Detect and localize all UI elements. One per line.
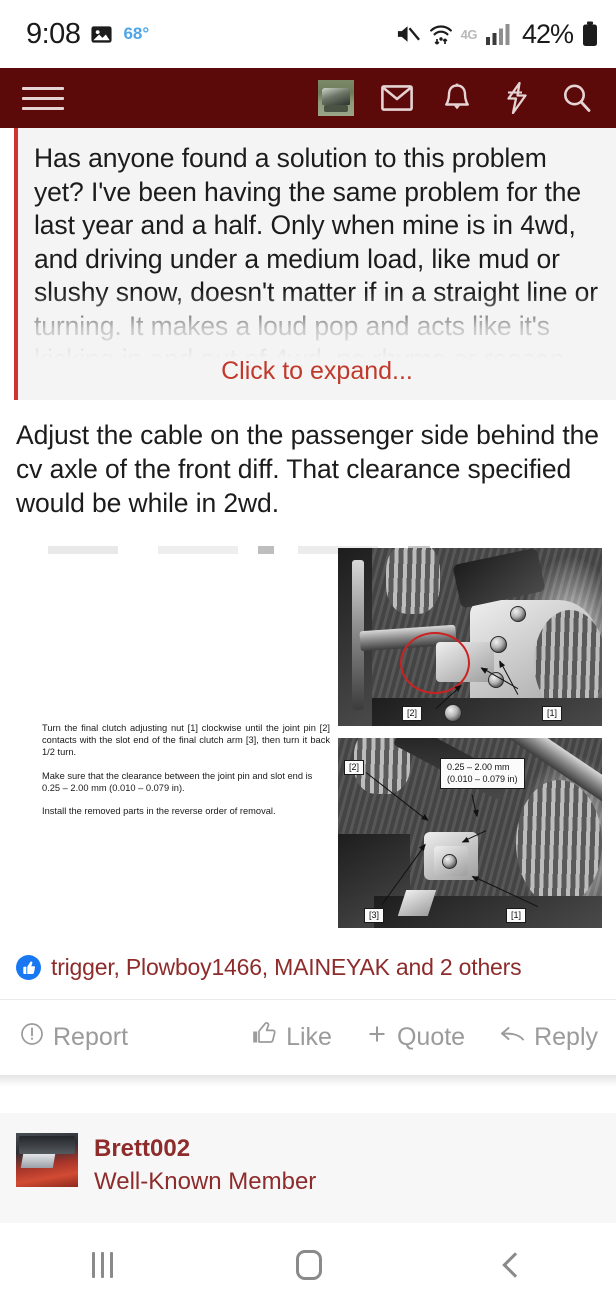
home-button-icon[interactable] [296,1250,323,1280]
app-header-actions [318,80,600,116]
android-status-bar: 9:08 68° 4G 42% [0,0,616,68]
recents-button-icon[interactable] [91,1252,113,1278]
next-post-avatar[interactable] [16,1133,78,1187]
manual-paragraph-2: Make sure that the clearance between the… [42,770,313,793]
next-post-user-title: Well-Known Member [94,1168,317,1195]
status-bar-clock: 9:08 [26,17,81,50]
wifi-icon [429,22,452,46]
hamburger-menu-icon[interactable] [22,83,64,113]
battery-percent-label: 42% [521,18,574,49]
like-label: Like [286,1023,332,1051]
user-avatar[interactable] [318,80,354,116]
back-button-icon[interactable] [502,1252,528,1278]
manual-callout-bottom-3: [3] [364,908,385,923]
battery-icon [582,21,598,47]
manual-measurement-callout: 0.25 – 2.00 mm (0.010 – 0.079 in) [440,758,525,789]
manual-photo-top: [2] [1] [338,548,602,726]
reaction-names-label[interactable]: trigger, Plowboy1466, MAINEYAK and 2 oth… [51,954,522,981]
report-label: Report [53,1023,129,1051]
inbox-icon[interactable] [380,81,414,115]
app-header-bar [0,68,616,128]
service-manual-image[interactable]: Turn the final clutch adjusting nut [1] … [14,544,602,934]
card-bottom-shadow [0,1075,616,1087]
network-4g-icon: 4G [460,26,478,42]
photo-icon [90,23,113,46]
manual-callout-bottom-2: [2] [344,760,365,775]
reply-label: Reply [534,1023,598,1051]
status-bar-right: 4G 42% [396,19,598,50]
post-reactions[interactable]: trigger, Plowboy1466, MAINEYAK and 2 oth… [0,934,616,999]
manual-photo-bottom: 0.25 – 2.00 mm (0.010 – 0.079 in) [2] [3… [338,738,602,928]
post-action-group: Like Quote Reply [252,1022,598,1053]
quoted-post-text: Has anyone found a solution to this prob… [34,143,598,374]
manual-callout-top-1: [1] [542,706,563,721]
post-card: Has anyone found a solution to this prob… [0,128,616,1075]
next-post-username[interactable]: Brett002 [94,1133,316,1165]
search-icon[interactable] [560,81,594,115]
manual-callout-bottom-1: [1] [506,908,527,923]
next-post-user-info: Brett002 Well-Known Member [94,1133,316,1223]
manual-instruction-text: Turn the final clutch adjusting nut [1] … [42,722,330,828]
post-separator-gap [0,1087,616,1113]
measurement-line-2: (0.010 – 0.079 in) [447,773,518,784]
manual-callout-top-2: [2] [402,706,423,721]
manual-paragraph-3: Install the removed parts in the reverse… [42,806,276,817]
alerts-bell-icon[interactable] [440,81,474,115]
status-bar-left: 9:08 68° [26,18,149,51]
quote-label: Quote [396,1023,466,1051]
like-button[interactable]: Like [252,1022,332,1053]
next-post-header: Brett002 Well-Known Member [0,1113,616,1223]
weather-temperature: 68° [123,24,150,43]
reply-button[interactable]: Reply [499,1023,598,1052]
quote-button[interactable]: Quote [366,1023,465,1052]
thumbs-up-icon [16,955,41,980]
post-body-text: Adjust the cable on the passenger side b… [16,420,599,518]
plus-icon [366,1023,388,1052]
mute-icon [396,22,421,46]
android-navigation-bar [0,1230,616,1300]
click-to-expand-link[interactable]: Click to expand... [18,357,616,386]
like-thumb-icon [252,1022,277,1053]
measurement-line-1: 0.25 – 2.00 mm [447,762,510,772]
report-icon [20,1022,44,1053]
manual-paragraph-1: Turn the final clutch adjusting nut [1] … [42,723,330,758]
reply-arrow-icon [499,1023,525,1052]
post-action-bar: Report Like Quote Reply [0,999,616,1075]
whats-new-bolt-icon[interactable] [500,81,534,115]
report-button[interactable]: Report [20,1022,128,1053]
signal-bars-icon [485,23,511,45]
quoted-post-block[interactable]: Has anyone found a solution to this prob… [14,128,616,400]
